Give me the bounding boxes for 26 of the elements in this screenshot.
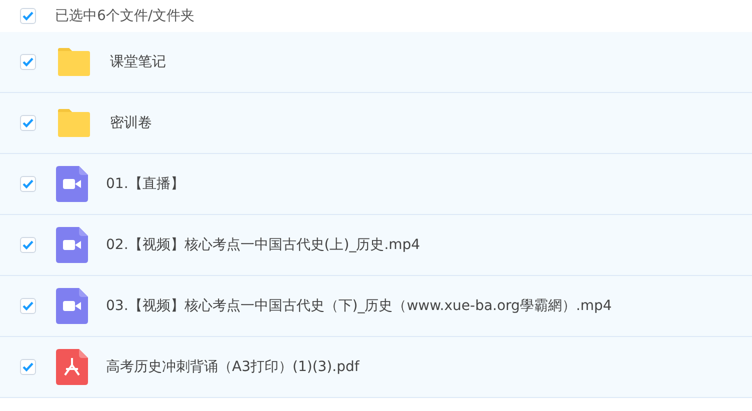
file-name: 课堂笔记 <box>110 53 166 71</box>
checkbox[interactable] <box>20 115 36 131</box>
video-file-icon <box>56 288 88 324</box>
pdf-file-icon <box>56 349 88 385</box>
checkbox[interactable] <box>20 8 36 24</box>
file-name: 02.【视频】核心考点一中国古代史(上)_历史.mp4 <box>106 236 420 254</box>
file-name: 高考历史冲刺背诵（A3打印）(1)(3).pdf <box>106 358 360 376</box>
folder-icon <box>56 47 92 77</box>
checkbox[interactable] <box>20 298 36 314</box>
file-row[interactable]: 高考历史冲刺背诵（A3打印）(1)(3).pdf <box>0 337 752 398</box>
selection-count: 已选中6个文件/文件夹 <box>55 7 195 25</box>
folder-icon <box>56 108 92 138</box>
file-row[interactable]: 03.【视频】核心考点一中国古代史（下)_历史（www.xue-ba.org學霸網）.mp4 <box>0 276 752 337</box>
checkbox[interactable] <box>20 359 36 375</box>
file-name: 03.【视频】核心考点一中国古代史（下)_历史（www.xue-ba.org學霸網）.mp4 <box>106 297 612 315</box>
checkbox[interactable] <box>20 54 36 70</box>
video-file-icon <box>56 227 88 263</box>
file-row[interactable]: 密训卷 <box>0 93 752 154</box>
file-name: 密训卷 <box>110 114 152 132</box>
file-row[interactable]: 01.【直播】 <box>0 154 752 215</box>
checkbox[interactable] <box>20 176 36 192</box>
checkbox[interactable] <box>20 237 36 253</box>
file-row[interactable]: 02.【视频】核心考点一中国古代史(上)_历史.mp4 <box>0 215 752 276</box>
file-row[interactable]: 课堂笔记 <box>0 32 752 93</box>
file-name: 01.【直播】 <box>106 175 184 193</box>
video-file-icon <box>56 166 88 202</box>
